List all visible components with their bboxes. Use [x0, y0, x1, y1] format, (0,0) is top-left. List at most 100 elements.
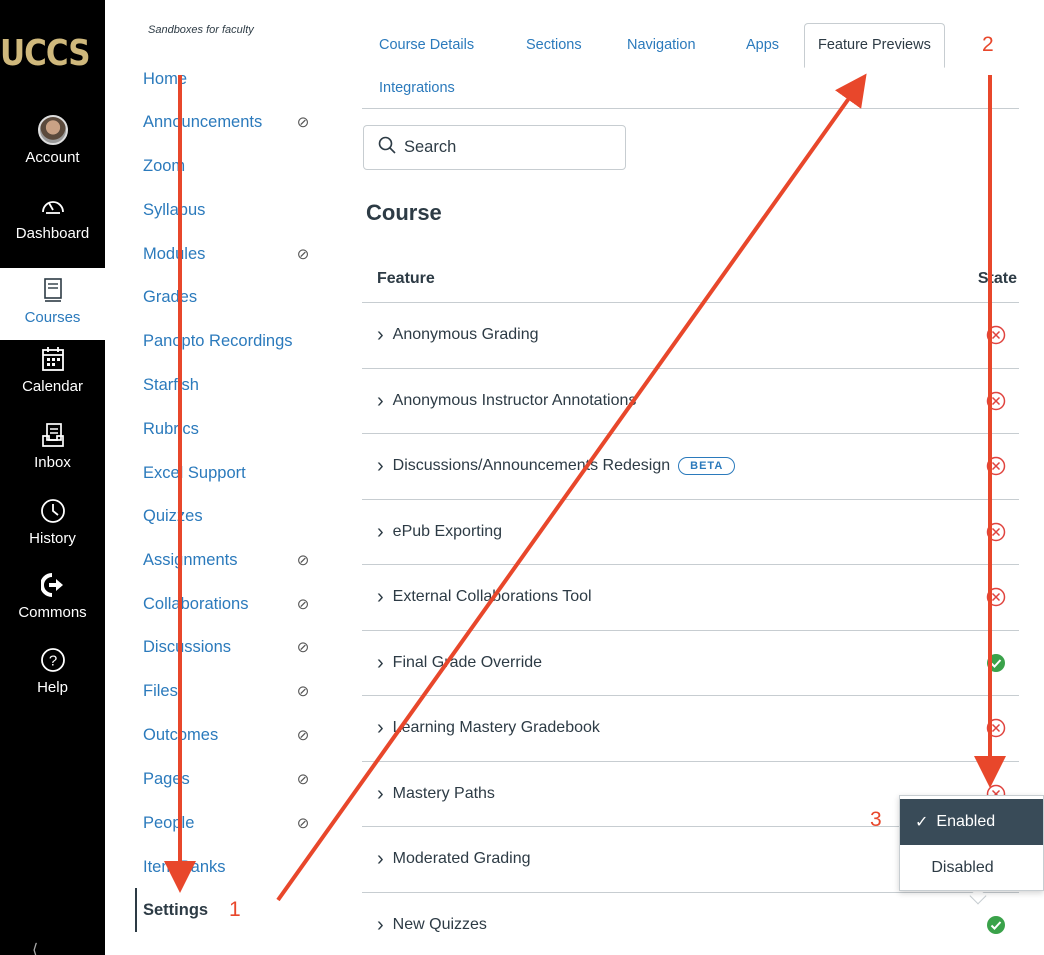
uccs-logo[interactable]: UCCS — [0, 33, 110, 79]
course-nav-label: Discussions — [143, 637, 232, 656]
enabled-check-icon[interactable] — [985, 914, 1007, 936]
course-nav-assignments[interactable]: Assignments ⊘ — [143, 545, 343, 575]
feature-name: › ePub Exporting — [377, 522, 502, 542]
course-nav-starfish[interactable]: Starfish — [143, 370, 343, 400]
feature-name: › Anonymous Instructor Annotations — [377, 391, 637, 411]
menu-item-disabled[interactable]: Disabled — [900, 845, 1043, 891]
calendar-icon — [0, 346, 105, 374]
expand-chevron-icon[interactable]: › — [377, 784, 384, 804]
course-nav-label: Item Banks — [143, 857, 226, 876]
table-header: Feature State — [362, 255, 1019, 303]
course-nav-label: Pages — [143, 769, 190, 788]
expand-chevron-icon[interactable]: › — [377, 325, 384, 345]
course-nav-excel-support[interactable]: Excel Support — [143, 458, 343, 488]
expand-chevron-icon[interactable]: › — [377, 653, 384, 673]
disabled-x-icon[interactable] — [985, 586, 1007, 608]
collapse-nav-icon[interactable]: ⟨ — [32, 940, 38, 955]
course-nav-grades[interactable]: Grades — [143, 282, 343, 312]
expand-chevron-icon[interactable]: › — [377, 456, 384, 476]
enabled-check-icon[interactable] — [985, 652, 1007, 674]
disabled-x-icon[interactable] — [985, 390, 1007, 412]
feature-label: New Quizzes — [392, 915, 487, 933]
help-icon: ? — [0, 647, 105, 675]
disabled-x-icon[interactable] — [985, 455, 1007, 477]
hidden-eye-icon: ⊘ — [296, 771, 310, 788]
course-nav-collaborations[interactable]: Collaborations ⊘ — [143, 589, 343, 619]
course-nav-zoom[interactable]: Zoom — [143, 151, 343, 181]
global-nav-label: Help — [37, 679, 68, 696]
course-nav-quizzes[interactable]: Quizzes — [143, 501, 343, 531]
course-nav-modules[interactable]: Modules ⊘ — [143, 239, 343, 269]
course-nav-label: Quizzes — [143, 506, 203, 525]
global-nav-label: Courses — [24, 309, 81, 326]
table-row[interactable]: › External Collaborations Tool — [362, 565, 1019, 631]
global-nav-inbox[interactable]: Inbox — [0, 422, 105, 471]
course-nav-home[interactable]: Home — [143, 64, 343, 94]
tab-sections[interactable]: Sections — [526, 37, 582, 53]
inbox-icon — [0, 422, 105, 450]
feature-label: Mastery Paths — [392, 784, 495, 802]
disabled-x-icon[interactable] — [985, 521, 1007, 543]
table-row[interactable]: › New Quizzes — [362, 893, 1019, 955]
global-nav-courses[interactable]: Courses — [0, 268, 105, 340]
course-nav-item-banks[interactable]: Item Banks — [143, 852, 343, 882]
column-header-feature: Feature — [377, 269, 435, 287]
feature-label: Discussions/Announcements Redesign — [392, 457, 671, 475]
beta-badge: BETA — [678, 457, 736, 476]
annotation-number-2: 2 — [982, 33, 994, 56]
hidden-eye-icon: ⊘ — [296, 114, 310, 131]
expand-chevron-icon[interactable]: › — [377, 849, 384, 869]
hidden-eye-icon: ⊘ — [296, 552, 310, 569]
table-row[interactable]: › Learning Mastery Gradebook — [362, 696, 1019, 762]
global-nav-history[interactable]: History — [0, 498, 105, 547]
course-nav-panopto-recordings[interactable]: Panopto Recordings — [143, 326, 343, 356]
course-nav-announcements[interactable]: Announcements ⊘ — [143, 107, 343, 137]
global-nav-account[interactable]: Account — [0, 115, 105, 166]
hidden-eye-icon: ⊘ — [296, 596, 310, 613]
course-nav-syllabus[interactable]: Syllabus — [143, 195, 343, 225]
course-nav-pages[interactable]: Pages ⊘ — [143, 764, 343, 794]
tab-course-details[interactable]: Course Details — [379, 37, 474, 53]
global-nav-help[interactable]: ? Help — [0, 647, 105, 696]
course-nav-label: Excel Support — [143, 463, 246, 482]
course-nav-rubrics[interactable]: Rubrics — [143, 414, 343, 444]
disabled-x-icon[interactable] — [985, 324, 1007, 346]
course-nav-outcomes[interactable]: Outcomes ⊘ — [143, 720, 343, 750]
course-nav-label: Modules — [143, 244, 206, 263]
course-nav-label: Assignments — [143, 550, 238, 569]
global-nav-dashboard[interactable]: Dashboard — [0, 193, 105, 242]
expand-chevron-icon[interactable]: › — [377, 587, 384, 607]
course-nav-label: Home — [143, 69, 188, 88]
course-nav-files[interactable]: Files ⊘ — [143, 676, 343, 706]
table-row[interactable]: › Anonymous Grading — [362, 303, 1019, 369]
table-row[interactable]: › Anonymous Instructor Annotations — [362, 369, 1019, 434]
feature-label: Anonymous Instructor Annotations — [392, 391, 637, 409]
menu-item-enabled[interactable]: ✓ Enabled — [900, 799, 1043, 845]
global-nav-commons[interactable]: Commons — [0, 572, 105, 621]
tab-navigation[interactable]: Navigation — [627, 37, 696, 53]
expand-chevron-icon[interactable]: › — [377, 718, 384, 738]
global-navigation: UCCS Account Dashboard Courses Calendar … — [0, 0, 105, 955]
course-nav-label: Collaborations — [143, 594, 249, 613]
expand-chevron-icon[interactable]: › — [377, 522, 384, 542]
avatar — [37, 115, 68, 145]
column-header-state: State — [977, 269, 1017, 287]
settings-tabs: Course Details Sections Navigation Apps … — [362, 23, 1019, 109]
tab-apps[interactable]: Apps — [746, 37, 779, 53]
search-input[interactable] — [404, 138, 604, 157]
expand-chevron-icon[interactable]: › — [377, 915, 384, 935]
tab-feature-previews[interactable]: Feature Previews — [804, 23, 945, 68]
table-row[interactable]: › Final Grade Override — [362, 631, 1019, 696]
course-nav-people[interactable]: People ⊘ — [143, 808, 343, 838]
tab-integrations[interactable]: Integrations — [379, 80, 455, 96]
feature-name: › External Collaborations Tool — [377, 587, 592, 607]
feature-name: › Anonymous Grading — [377, 325, 539, 345]
search-field[interactable] — [363, 125, 626, 170]
global-nav-calendar[interactable]: Calendar — [0, 346, 105, 395]
table-row[interactable]: › Discussions/Announcements Redesign BETA — [362, 434, 1019, 500]
expand-chevron-icon[interactable]: › — [377, 391, 384, 411]
disabled-x-icon[interactable] — [985, 717, 1007, 739]
dashboard-icon — [0, 193, 105, 221]
table-row[interactable]: › ePub Exporting — [362, 500, 1019, 565]
course-nav-discussions[interactable]: Discussions ⊘ — [143, 632, 343, 662]
